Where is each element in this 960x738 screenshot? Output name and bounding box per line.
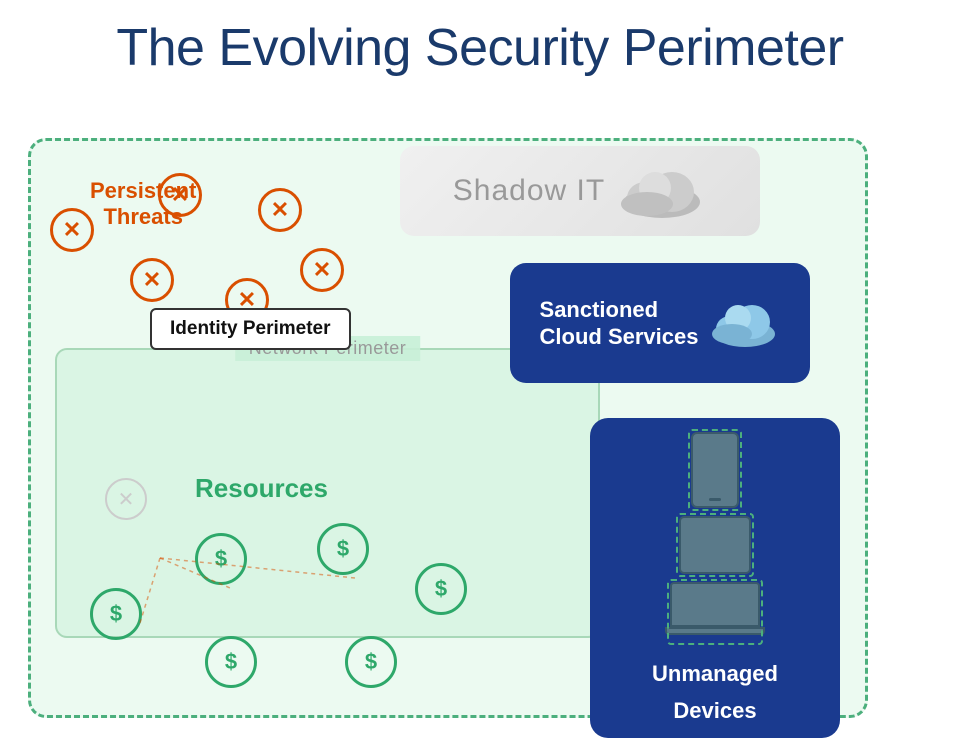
unmanaged-label-line1: Unmanaged	[652, 660, 778, 688]
page-title: The Evolving Security Perimeter	[0, 0, 960, 88]
threat-circle-1: ✕	[50, 208, 94, 252]
devices-stack	[670, 432, 760, 642]
threat-circle-4: ✕	[130, 258, 174, 302]
unmanaged-devices-box: Unmanaged Devices	[590, 418, 840, 738]
sanctioned-label-line2: Cloud Services	[540, 323, 699, 351]
resource-dollar-2: $	[195, 533, 247, 585]
sanctioned-cloud-box: Sanctioned Cloud Services	[510, 263, 810, 383]
threat-circle-2: ✕	[158, 173, 202, 217]
resource-dollar-3: $	[317, 523, 369, 575]
resource-dollar-1: $	[90, 588, 142, 640]
shadow-it-cloud-icon	[617, 160, 707, 222]
resource-dollar-6: $	[345, 636, 397, 688]
shadow-it-label: Shadow IT	[453, 174, 605, 208]
tablet-dashed-overlay	[676, 513, 754, 577]
phone-dashed-overlay	[688, 429, 742, 511]
unmanaged-label-line2: Devices	[652, 697, 778, 725]
resource-dollar-4: $	[415, 563, 467, 615]
resources-label: Resources	[195, 473, 328, 504]
resource-dollar-5: $	[205, 636, 257, 688]
shadow-it-box: Shadow IT	[400, 146, 760, 236]
laptop-dashed-overlay	[667, 579, 763, 645]
sanctioned-cloud-icon	[710, 296, 780, 351]
diagram: Shadow IT Sanctioned Cloud Services	[0, 88, 960, 708]
faded-threat-circle: ✕	[105, 478, 147, 520]
sanctioned-label-line1: Sanctioned	[540, 296, 699, 324]
threat-circle-3: ✕	[258, 188, 302, 232]
threat-circle-6: ✕	[300, 248, 344, 292]
identity-perimeter-label: Identity Perimeter	[150, 308, 351, 350]
